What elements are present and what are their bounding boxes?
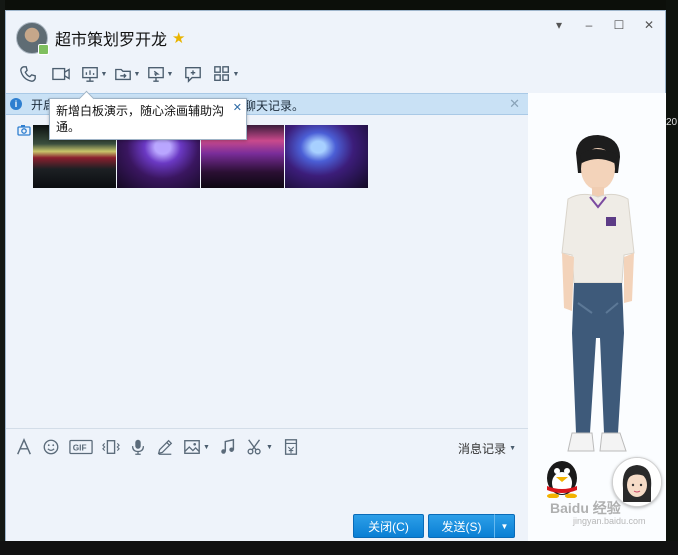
file-transfer-icon[interactable]: ▼ [113,63,141,85]
whiteboard-tooltip: 新增白板演示，随心涂画辅助沟通。 ✕ [49,98,247,140]
camera-icon [17,125,31,136]
desktop-clock-fragment: 20 [666,117,678,128]
red-packet-icon[interactable] [282,436,300,458]
avatar[interactable] [16,22,49,55]
message-history-button[interactable]: 消息记录 ▼ [458,440,516,457]
star-icon[interactable]: ★ [172,29,185,47]
input-toolbar: GIF ▼ ▼ 消息记录 ▼ [6,428,528,465]
watermark-text: Baidu 经验 [550,500,621,516]
window-menu-button[interactable]: ▾ [551,17,567,33]
tooltip-text: 新增白板演示，随心涂画辅助沟通。 [56,104,225,134]
vibrate-icon[interactable] [102,436,120,458]
tooltip-close-button[interactable]: ✕ [233,101,242,114]
window-controls: ▾ – ☐ ✕ [551,17,657,33]
notice-text-right: 聊天记录。 [244,99,305,113]
minimize-button[interactable]: – [581,17,597,33]
scissors-icon[interactable]: ▼ [246,436,273,458]
photo-thumbnail[interactable] [285,125,368,188]
chevron-down-icon: ▼ [500,521,509,531]
video-call-icon[interactable] [47,63,75,85]
chevron-down-icon: ▼ [265,443,273,451]
chevron-down-icon: ▼ [203,443,210,451]
apps-grid-icon[interactable]: ▼ [212,63,240,85]
chevron-down-icon: ▼ [232,70,240,78]
watermark-subtext: jingyan.baidu.com [573,516,646,526]
desktop-bottom-edge [0,541,678,555]
image-icon[interactable]: ▼ [183,436,210,458]
chat-header: 超市策划罗开龙 ★ [16,22,185,55]
qq-penguin-icon [547,461,577,498]
chat-window: ▾ – ☐ ✕ 超市策划罗开龙 ★ ▼ ▼ ▼ ▼ i 开启 聊天记录。 ✕ 新… [5,10,666,541]
microphone-icon[interactable] [129,436,147,458]
maximize-button[interactable]: ☐ [611,17,627,33]
chevron-down-icon: ▼ [166,70,174,78]
whiteboard-icon[interactable]: ▼ [80,63,108,85]
font-icon[interactable] [15,436,33,458]
chevron-down-icon: ▼ [133,70,141,78]
chevron-down-icon: ▼ [100,70,108,78]
pencil-icon[interactable] [156,436,174,458]
chevron-down-icon: ▼ [509,445,516,452]
screen-share-icon[interactable]: ▼ [146,63,174,85]
desktop-right-edge [666,0,678,555]
info-icon: i [10,98,22,110]
message-area[interactable]: i 开启 聊天记录。 ✕ [6,93,528,428]
gif-icon[interactable]: GIF [69,436,93,458]
send-button[interactable]: 发送(S) [428,514,494,538]
add-app-icon[interactable] [179,63,207,85]
close-window-button[interactable]: ✕ [641,17,657,33]
character-figure [561,135,635,452]
contact-name[interactable]: 超市策划罗开龙 [55,26,167,50]
send-options-button[interactable]: ▼ [494,514,515,538]
phone-icon[interactable] [14,63,42,85]
gif-label: GIF [73,443,87,453]
emoji-icon[interactable] [42,436,60,458]
close-button[interactable]: 关闭(C) [353,514,424,538]
message-history-label: 消息记录 [458,442,507,456]
chat-toolbar: ▼ ▼ ▼ ▼ [14,63,240,85]
notice-close-button[interactable]: ✕ [509,96,520,112]
music-icon[interactable] [219,436,237,458]
